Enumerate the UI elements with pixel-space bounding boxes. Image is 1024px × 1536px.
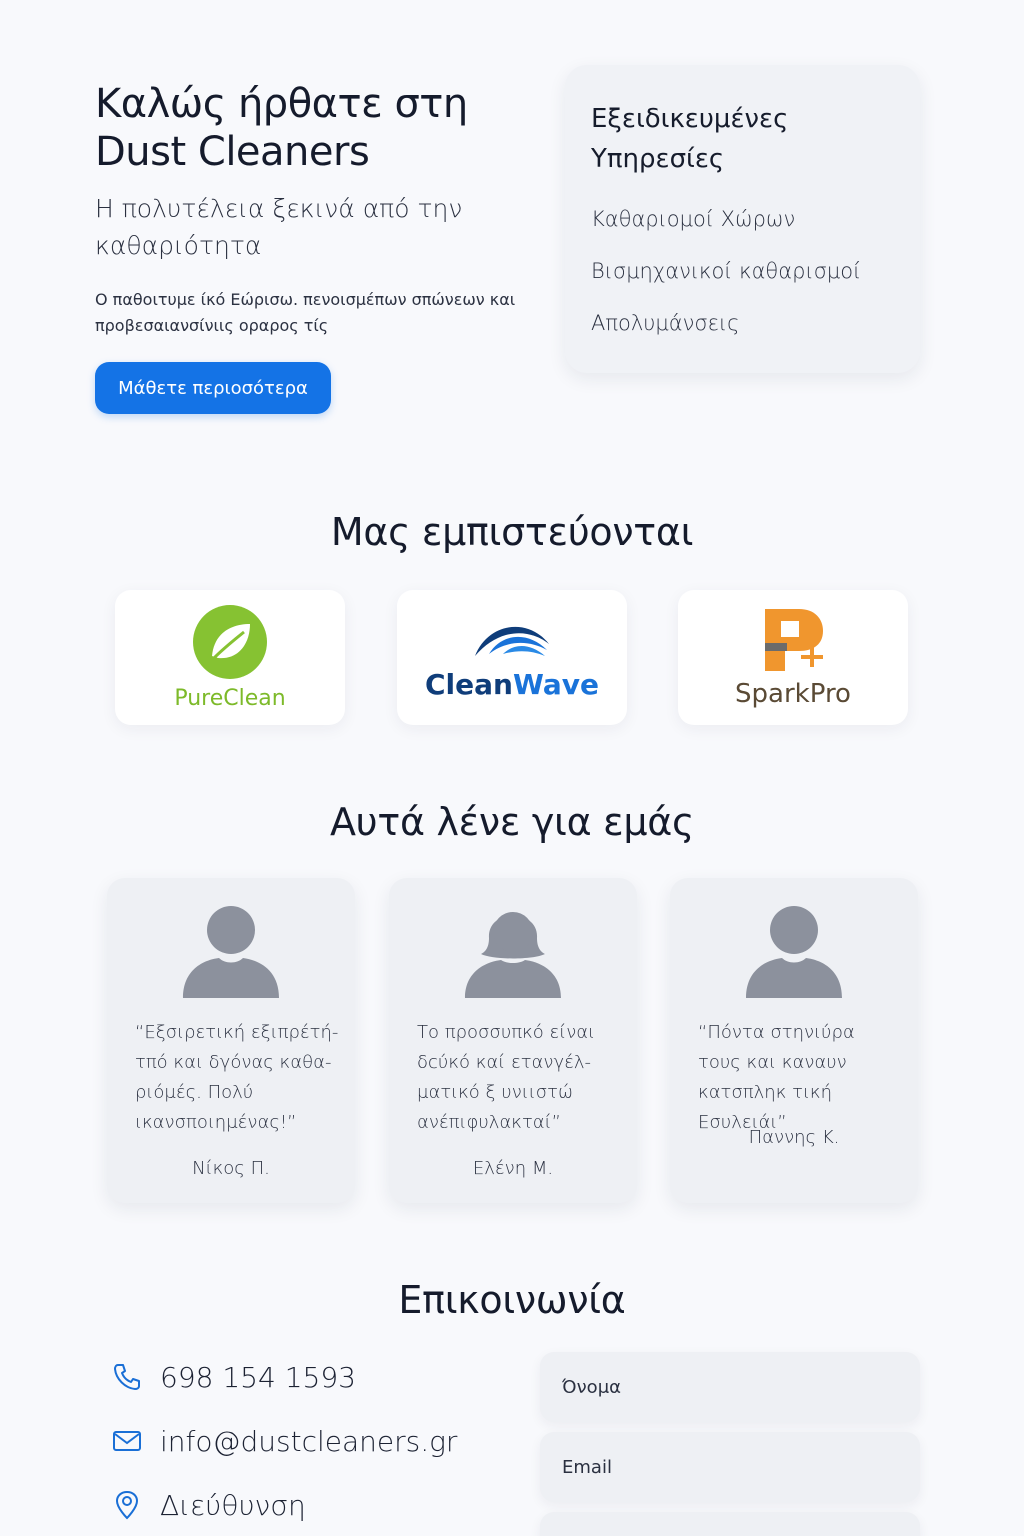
testimonial-quote: Το προσσυπκό είναι δcύκό καί ετανγέλ-ματ… — [417, 1022, 596, 1133]
testimonial-author: Ελένη Μ. — [472, 1158, 554, 1179]
logo-card-pureclean: PureClean — [115, 590, 345, 725]
address-text: Διεύθυνση — [160, 1488, 306, 1522]
message-field[interactable] — [540, 1512, 920, 1536]
contact-phone[interactable]: 698 154 1593 — [112, 1357, 356, 1397]
email-field[interactable] — [540, 1432, 920, 1502]
hero-subtitle: Η πολυτέλεια ξεκινά από την καθαριότητα — [95, 194, 463, 260]
location-pin-icon — [115, 1490, 139, 1520]
contact-heading: Επικοινωνία — [398, 1278, 626, 1322]
logo-name-pureclean: PureClean — [174, 686, 286, 711]
services-title: Εξειδικευμένες Υπηρεσίες — [591, 104, 789, 174]
logo-card-cleanwave: CleanWave — [397, 590, 627, 725]
phone-icon — [114, 1364, 140, 1390]
testimonial-card: Το προσσυπκό είναι δcύκό καί ετανγέλ-ματ… — [389, 878, 637, 1203]
wave-icon — [475, 626, 549, 656]
learn-more-button[interactable]: Μάθετε περιοσότερα — [95, 362, 331, 414]
name-field[interactable] — [540, 1352, 920, 1422]
services-card: Εξειδικευμένες Υπηρεσίες Καθαριομοί Χώρω… — [565, 65, 920, 373]
testimonial-card: “Πόντα στηνιύρα τους και καναυν κατσπληκ… — [670, 878, 918, 1203]
testimonial-author: Νίκος Π. — [192, 1158, 270, 1179]
logo-name-cleanwave: CleanWave — [425, 668, 599, 701]
testimonial-quote: “Εξσιρετική εξιπρέτή-τπό και δγόνας καθα… — [135, 1022, 339, 1133]
testimonial-author: Παννης Κ. — [748, 1127, 840, 1148]
services-list: Καθαριομοί Χώρων Βισμηχανικοί καθαρισμοί… — [591, 193, 894, 349]
contact-email[interactable]: info@dustcleaners.gr — [112, 1421, 457, 1461]
logo-card-sparkpro: SparkPro — [678, 590, 908, 725]
male-avatar-icon — [746, 906, 842, 998]
testimonials-heading: Αυτά λένε για εμάς — [329, 800, 694, 844]
mail-icon — [113, 1431, 141, 1451]
male-avatar-icon — [183, 906, 279, 998]
service-item[interactable]: Βισμηχανικοί καθαρισμοί — [591, 245, 894, 297]
service-item[interactable]: Απολυμάνσεις — [591, 297, 894, 349]
contact-address[interactable]: Διεύθυνση — [112, 1485, 306, 1525]
hero-description: Ο παθοιτυμε ίκό Εώρισω. πενοισμέπων σπών… — [95, 290, 516, 335]
spark-icon — [765, 608, 823, 671]
testimonial-card: “Εξσιρετική εξιπρέτή-τπό και δγόνας καθα… — [107, 878, 355, 1203]
testimonial-quote: “Πόντα στηνιύρα τους και καναυν κατσπληκ… — [698, 1022, 855, 1133]
hero-title: Καλώς ήρθατε στη Dust Cleaners — [95, 81, 468, 175]
trust-heading: Μας εμπιστεύονται — [330, 510, 694, 554]
logo-name-sparkpro: SparkPro — [735, 678, 851, 709]
female-avatar-icon — [465, 912, 561, 998]
leaf-icon — [193, 605, 267, 679]
service-item[interactable]: Καθαριομοί Χώρων — [591, 193, 894, 245]
phone-number: 698 154 1593 — [160, 1360, 356, 1394]
email-address: info@dustcleaners.gr — [160, 1424, 458, 1458]
